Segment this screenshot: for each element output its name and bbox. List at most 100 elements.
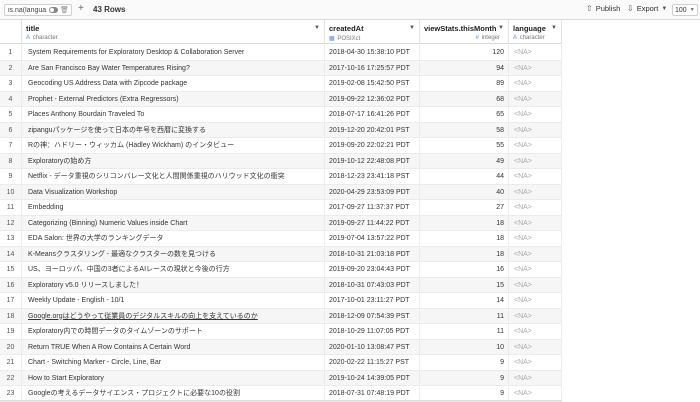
row-index: 13 [0,231,22,246]
cell-viewstats: 89 [420,76,509,91]
cell-viewstats: 94 [420,60,509,76]
cell-language: <NA> [509,308,562,324]
cell-viewstats: 9 [420,386,509,401]
cell-title: Weekly Update - English - 10/1 [22,293,325,308]
table-row[interactable]: 22 How to Start Exploratory 2019-10-24 14:… [0,370,562,386]
cell-viewstats: 11 [420,324,509,339]
table-row[interactable]: 14 K-Meansクラスタリング - 最適なクラスターの数を見つける 2018-1… [0,246,562,262]
cell-language: <NA> [509,91,562,107]
row-index: 10 [0,184,22,200]
table-row[interactable]: 3 Geocoding US Address Data with Zipcode … [0,76,562,92]
cell-title: zipanguパッケージを使って日本の年号を西暦に変換する [22,122,325,138]
cell-viewstats: 65 [420,107,509,122]
row-index: 15 [0,262,22,277]
row-index: 8 [0,153,22,169]
table-row[interactable]: 9 Netflix - データ重視のシリコンバレー文化と人間関係重視のハリウッド文… [0,169,562,185]
cell-createdat: 2019-09-22 12:36:02 PDT [325,91,420,107]
cell-title: Chart - Switching Marker - Circle, Line,… [22,355,325,370]
cell-language: <NA> [509,246,562,262]
filter-chip[interactable]: is.na(langua... 🗑 [4,4,72,16]
cell-createdat: 2018-12-23 23:41:18 PST [325,169,420,184]
cell-createdat: 2018-10-29 11:07:05 PDT [325,324,420,339]
cell-language: <NA> [509,386,562,401]
cell-viewstats: 18 [420,231,509,246]
cell-viewstats: 49 [420,153,509,169]
trash-icon[interactable]: 🗑 [60,6,69,14]
table-row[interactable]: 11 Embedding 2017-09-27 11:37:37 PDT 27 <NA> [0,200,562,216]
cell-title: EDA Salon: 世界の大学のランキングデータ [22,231,325,246]
column-type: A character [513,35,545,41]
column-header-viewstats[interactable]: viewStats.thisMonth # integer ▼ [420,20,509,44]
chevron-down-icon[interactable]: ▼ [551,25,557,31]
add-step-icon[interactable]: + [78,3,84,14]
table-row[interactable]: 19 Exploratory内での時間データのタイムゾーンのサポート 2018-10… [0,324,562,340]
table-row[interactable]: 2 Are San Francisco Bay Water Temperature… [0,60,562,76]
cell-createdat: 2020-04-29 23:53:09 PDT [325,184,420,200]
row-index: 12 [0,215,22,231]
page-size-select[interactable]: 100 ▼ [672,4,698,16]
cell-viewstats: 15 [420,277,509,293]
cell-createdat: 2018-10-31 21:03:18 PDT [325,246,420,262]
table-row[interactable]: 8 Exploratoryの始め方 2019-10-12 22:48:08 PDT 4… [0,153,562,169]
chevron-down-icon[interactable]: ▼ [314,25,320,31]
cell-language: <NA> [509,293,562,308]
page-size-value: 100 [675,6,687,14]
cell-title: Rの神：ハドリー・ウィッカム (Hadley Wickham) のインタビュー [22,138,325,153]
cell-createdat: 2019-12-20 20:42:01 PST [325,122,420,138]
row-index: 18 [0,308,22,324]
row-index: 6 [0,122,22,138]
character-type-icon: A [26,35,31,41]
cell-language: <NA> [509,107,562,122]
cell-viewstats: 44 [420,169,509,184]
cell-createdat: 2017-10-01 23:11:27 PDT [325,293,420,308]
table-row[interactable]: 5 Places Anthony Bourdain Traveled To 2018… [0,107,562,123]
row-index: 22 [0,370,22,386]
column-type: # integer [475,35,500,41]
column-header-title[interactable]: title A character ▼ [22,20,325,44]
column-type: ▦ POSIXct [329,36,361,42]
table-row[interactable]: 10 Data Visualization Workshop 2020-04-29 … [0,184,562,200]
table-row[interactable]: 1 System Requirements for Exploratory Des… [0,45,562,61]
column-header-language[interactable]: language A character ▼ [509,20,562,44]
table-row[interactable]: 13 EDA Salon: 世界の大学のランキングデータ 2019-07-04 13… [0,231,562,247]
row-index: 21 [0,355,22,370]
column-name: createdAt [329,24,364,33]
row-index: 17 [0,293,22,308]
table-row[interactable]: 21 Chart - Switching Marker - Circle, Lin… [0,355,562,371]
cell-createdat: 2019-09-20 23:04:43 PDT [325,262,420,277]
filter-toggle[interactable] [49,7,58,13]
table-row[interactable]: 7 Rの神：ハドリー・ウィッカム (Hadley Wickham) のインタビュー… [0,138,562,154]
cell-createdat: 2019-09-27 11:44:22 PDT [325,215,420,231]
cell-language: <NA> [509,76,562,91]
chevron-down-icon: ▼ [689,7,695,13]
table-row[interactable]: 12 Categorizing (Binning) Numeric Values … [0,215,562,231]
cell-language: <NA> [509,370,562,386]
cell-createdat: 2018-12-09 07:54:39 PST [325,308,420,324]
upload-icon: ⇧ [586,4,593,13]
cell-language: <NA> [509,138,562,153]
export-label: Export [636,4,659,13]
table-row[interactable]: 15 US、ヨーロッパ、中国の3者によるAIレースの現状と今後の行方 2019-09… [0,262,562,278]
table-row[interactable]: 20 Return TRUE When A Row Contains A Cert… [0,339,562,355]
row-index: 19 [0,324,22,339]
publish-button[interactable]: ⇧ Publish [586,4,620,13]
export-button[interactable]: ⇩ Export ▼ [627,4,667,13]
cell-createdat: 2019-10-12 22:48:08 PDT [325,153,420,169]
cell-createdat: 2019-09-20 22:02:21 PDT [325,138,420,153]
column-header-createdat[interactable]: createdAt ▦ POSIXct ▼ [325,20,420,44]
table-row[interactable]: 16 Exploratory v5.0 リリースしました！ 2018-10-31 0… [0,277,562,293]
cell-language: <NA> [509,355,562,370]
table-row[interactable]: 18 Google.orgはどうやって従業員のデジタルスキルの向上を支えているのか… [0,308,562,324]
chevron-down-icon[interactable]: ▼ [409,25,415,31]
cell-createdat: 2017-09-27 11:37:37 PDT [325,200,420,215]
row-index: 3 [0,76,22,91]
table-row[interactable]: 17 Weekly Update - English - 10/1 2017-10-… [0,293,562,309]
column-name: title [26,24,40,33]
cell-viewstats: 55 [420,138,509,153]
table-row[interactable]: 4 Prophet - External Predictors (Extra Re… [0,91,562,107]
row-index: 14 [0,246,22,262]
cell-createdat: 2017-10-16 17:25:57 PDT [325,60,420,76]
table-row[interactable]: 6 zipanguパッケージを使って日本の年号を西暦に変換する 2019-12-20… [0,122,562,138]
chevron-down-icon[interactable]: ▼ [498,25,504,31]
download-icon: ⇩ [627,4,634,13]
